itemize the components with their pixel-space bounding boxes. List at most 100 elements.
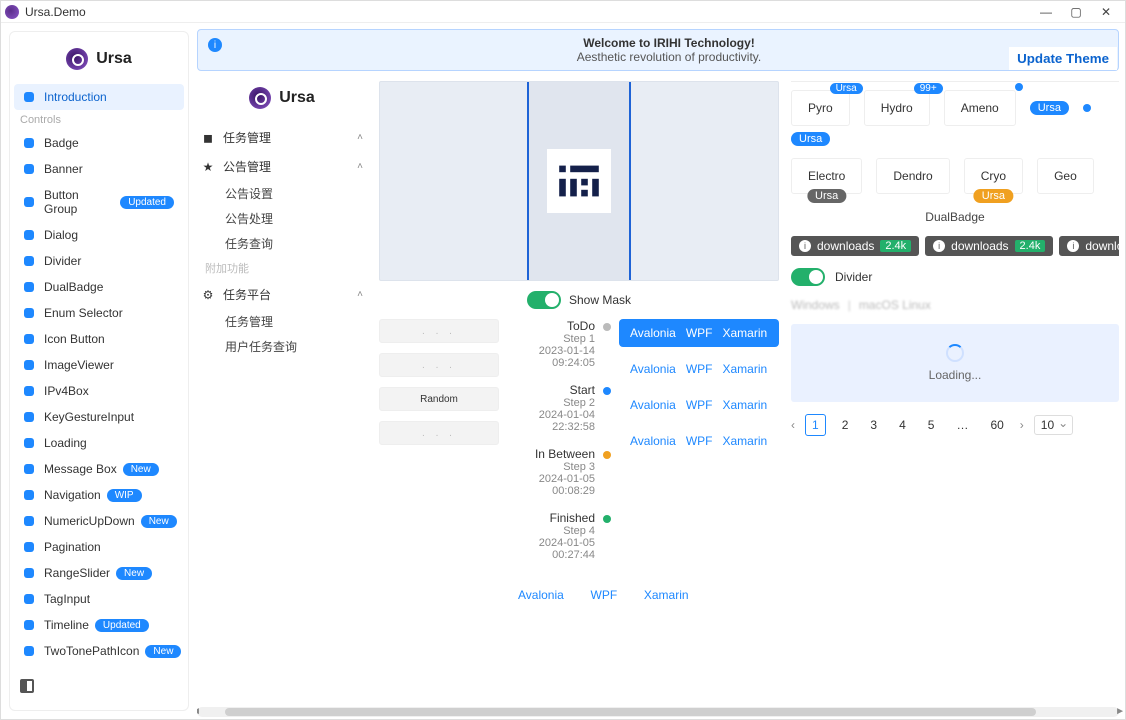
corner-dot-icon [1015,83,1023,91]
sidebar-item-label: IPv4Box [44,384,89,398]
sidebar-item-icon-button[interactable]: Icon Button [14,326,184,352]
sidebar-item-loading[interactable]: Loading [14,430,184,456]
sidebar-item-button-group[interactable]: Button GroupUpdated [14,182,184,222]
tag-card[interactable]: Geo [1037,158,1094,194]
page-size-select[interactable]: 10 [1034,415,1073,435]
sidebar-badge: Updated [120,196,174,209]
sidebar-item-keygestureinput[interactable]: KeyGestureInput [14,404,184,430]
chip-row[interactable]: Avalonia WPF Xamarin [619,355,779,383]
chip[interactable]: Avalonia [630,434,676,448]
sidebar-item-ipv4box[interactable]: IPv4Box [14,378,184,404]
banner-title: Welcome to IRIHI Technology! [230,36,1108,50]
tag-card[interactable]: Ameno [944,90,1016,126]
sidebar-item-label: Navigation [44,488,101,502]
bullet-icon [24,386,34,396]
nav-group[interactable]: ★公告管理˄ [197,152,367,181]
chip[interactable]: Xamarin [723,362,768,376]
sidebar-item-dialog[interactable]: Dialog [14,222,184,248]
titlebar: Ursa.Demo — ▢ ✕ [1,1,1125,23]
sidebar-item-twotonepathicon[interactable]: TwoTonePathIconNew [14,638,184,664]
sidebar-item-enum-selector[interactable]: Enum Selector [14,300,184,326]
sidebar-item-navigation[interactable]: NavigationWIP [14,482,184,508]
platform-tab[interactable]: Windows [791,298,840,312]
sidebar-item-banner[interactable]: Banner [14,156,184,182]
chip[interactable]: WPF [686,434,713,448]
bullet-icon [24,646,34,656]
chip[interactable]: WPF [686,398,713,412]
nav-subitem[interactable]: 任务管理 [197,309,367,334]
horizontal-scrollbar[interactable]: ◄ ► [197,707,1119,717]
page-number[interactable]: 3 [864,415,883,435]
tag-card[interactable]: Dendro [876,158,949,194]
sidebar-item-divider[interactable]: Divider [14,248,184,274]
info-icon: i [208,38,222,52]
chip[interactable]: Xamarin [644,588,689,602]
sidebar-item-label: Timeline [44,618,89,632]
platform-tab[interactable]: macOS Linux [859,298,931,312]
page-number[interactable]: 60 [984,415,1009,435]
chip[interactable]: WPF [591,588,618,602]
sidebar-item-imageviewer[interactable]: ImageViewer [14,352,184,378]
sidebar-badge: New [116,567,152,580]
sidebar-item-label: RangeSlider [44,566,110,580]
chip[interactable]: WPF [686,326,713,340]
sidebar-item-numericupdown[interactable]: NumericUpDownNew [14,508,184,534]
nav-subitem[interactable]: 公告设置 [197,181,367,206]
page-number[interactable]: … [950,415,974,435]
show-mask-toggle[interactable] [527,291,561,309]
minimize-button[interactable]: — [1031,3,1061,21]
page-prev[interactable]: ‹ [791,418,795,432]
chip[interactable]: Xamarin [723,326,768,340]
theme-toggle-icon[interactable] [20,679,34,693]
mask-item[interactable]: Random [379,387,499,411]
scrollbar-thumb[interactable] [225,708,1036,716]
update-theme-button[interactable]: Update Theme [1009,47,1117,70]
mask-item[interactable]: . . . [379,353,499,377]
page-number[interactable]: 2 [836,415,855,435]
tag-card[interactable]: ElectroUrsa [791,158,862,194]
chip[interactable]: Avalonia [630,398,676,412]
close-button[interactable]: ✕ [1091,3,1121,21]
tag-card[interactable]: UrsaPyro [791,90,850,126]
chip[interactable]: Avalonia [518,588,564,602]
sidebar-item-timeline[interactable]: TimelineUpdated [14,612,184,638]
chip[interactable]: WPF [686,362,713,376]
sidebar-item-taginput[interactable]: TagInput [14,586,184,612]
sidebar-item-message-box[interactable]: Message BoxNew [14,456,184,482]
tag-card[interactable]: CryoUrsa [964,158,1023,194]
divider-toggle[interactable] [791,268,825,286]
badge-pill: Ursa [791,132,830,146]
chip-row[interactable]: Avalonia WPF Xamarin [619,391,779,419]
chip[interactable]: Avalonia [630,326,676,340]
page-next[interactable]: › [1020,418,1024,432]
dualbadge-header: DualBadge [791,210,1119,224]
sidebar-item-rangeslider[interactable]: RangeSlider New [14,560,184,586]
nav-group[interactable]: ◼任务管理˄ [197,123,367,152]
nav-group[interactable]: ⚙任务平台˄ [197,280,367,309]
bullet-icon [24,334,34,344]
nav-subitem[interactable]: 用户任务查询 [197,334,367,359]
mask-item[interactable]: . . . [379,421,499,445]
page-number[interactable]: 1 [805,414,826,436]
chip[interactable]: Xamarin [723,398,768,412]
sidebar-item-dualbadge[interactable]: DualBadge [14,274,184,300]
bullet-icon [24,490,34,500]
chip-row[interactable]: Avalonia WPF Xamarin [619,319,779,347]
chip[interactable]: Xamarin [723,434,768,448]
sidebar-item-badge[interactable]: Badge [14,130,184,156]
tag-card[interactable]: 99+Hydro [864,90,930,126]
sidebar: Ursa IntroductionControlsBadgeBannerButt… [9,31,189,711]
sidebar-item-introduction[interactable]: Introduction [14,84,184,110]
nav-subitem[interactable]: 公告处理 [197,206,367,231]
maximize-button[interactable]: ▢ [1061,3,1091,21]
chip[interactable]: Avalonia [630,362,676,376]
mask-item[interactable]: . . . [379,319,499,343]
platform-tabs: Windows|macOS Linux [791,298,1119,312]
sidebar-item-label: Dialog [44,228,78,242]
nav-subitem[interactable]: 任务查询 [197,231,367,256]
page-number[interactable]: 4 [893,415,912,435]
chip-row[interactable]: Avalonia WPF Xamarin [619,427,779,455]
page-number[interactable]: 5 [922,415,941,435]
chip-row: Avalonia WPF Xamarin [507,581,779,609]
sidebar-item-pagination[interactable]: Pagination [14,534,184,560]
